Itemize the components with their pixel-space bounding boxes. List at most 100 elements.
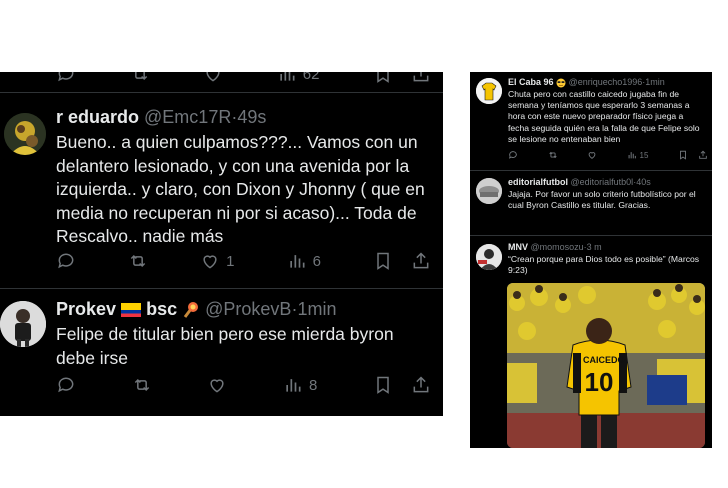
views-button[interactable]: 62: [277, 72, 320, 84]
display-name-suffix[interactable]: bsc: [146, 299, 177, 319]
reply-button[interactable]: [508, 150, 518, 160]
views-button[interactable]: 8: [283, 375, 317, 395]
heart-icon: [203, 255, 217, 269]
like-button[interactable]: [207, 375, 227, 395]
retweet-icon: [548, 151, 557, 159]
avatar-image: [4, 113, 46, 155]
bookmark-button[interactable]: [373, 72, 393, 84]
timestamp[interactable]: 3 m: [587, 242, 602, 252]
tweet-prokev[interactable]: Prokev bsc @ProkevB·1min Felipe de titul…: [0, 289, 443, 416]
bookmark-icon: [377, 376, 389, 394]
views-count: 62: [302, 72, 320, 83]
share-button[interactable]: [411, 375, 431, 395]
avatar[interactable]: [476, 78, 502, 104]
avatar[interactable]: [476, 244, 502, 270]
display-name[interactable]: MNV: [508, 242, 528, 252]
avatar[interactable]: [476, 178, 502, 204]
like-count: 1: [226, 252, 235, 270]
tweet-text: Felipe de titular bien pero ese mierda b…: [56, 324, 394, 368]
views-count: 6: [312, 252, 321, 270]
like-button[interactable]: 1: [200, 251, 235, 271]
retweet-icon: [134, 378, 149, 392]
display-name[interactable]: editorialfutbol: [508, 177, 568, 187]
avatar[interactable]: [4, 113, 46, 155]
timestamp[interactable]: 40s: [636, 177, 651, 187]
tweet-mnv[interactable]: MNV @momosozu·3 m “Crean porque para Dio…: [470, 236, 712, 448]
share-button[interactable]: [698, 150, 708, 160]
avatar[interactable]: [0, 301, 46, 347]
left-screenshot: 62 r eduardo @Emc17R·49s Bueno.. a quien…: [0, 72, 443, 416]
views-chart-icon: [286, 379, 301, 392]
previous-tweet-actions: 62: [56, 72, 431, 84]
share-button[interactable]: [411, 72, 431, 84]
reply-button[interactable]: [56, 251, 76, 271]
retweet-button[interactable]: [130, 72, 150, 84]
jersey-number: 10: [585, 367, 614, 397]
tweet-el-caba-96[interactable]: El Caba 96 @enriquecho1996·1min Chuta pe…: [470, 72, 712, 170]
heart-icon: [206, 72, 220, 82]
avatar-image: [0, 301, 46, 347]
timestamp[interactable]: 1min: [297, 299, 336, 319]
views-button[interactable]: 6: [287, 251, 321, 271]
torch-emoji-icon: [183, 302, 199, 319]
bookmark-button[interactable]: [678, 150, 688, 160]
share-icon: [413, 252, 429, 269]
tweet-text: Bueno.. a quien culpamos???... Vamos con…: [56, 132, 425, 246]
tweet-header: El Caba 96 @enriquecho1996·1min: [508, 77, 665, 88]
retweet-button[interactable]: [132, 375, 152, 395]
retweet-button[interactable]: [128, 251, 148, 271]
avatar-image: [476, 244, 502, 270]
share-button[interactable]: [411, 251, 431, 271]
reply-button[interactable]: [56, 375, 76, 395]
cool-face-emoji-icon: [556, 78, 566, 88]
handle[interactable]: @ProkevB: [205, 299, 291, 319]
views-chart-icon: [628, 152, 636, 159]
display-name[interactable]: El Caba 96: [508, 77, 554, 87]
heart-icon: [210, 379, 224, 393]
bookmark-icon: [377, 252, 389, 270]
reply-icon: [58, 253, 74, 269]
tweet-photo[interactable]: F. CAICEDO 10: [507, 283, 705, 448]
jersey-name: F. CAICEDO: [573, 355, 624, 365]
views-count: 8: [308, 376, 318, 394]
reply-icon: [58, 72, 74, 82]
retweet-icon: [130, 254, 146, 268]
bookmark-button[interactable]: [373, 251, 393, 271]
retweet-icon: [133, 72, 147, 81]
handle[interactable]: @editorialfutb0l: [571, 177, 634, 187]
bookmark-icon: [680, 150, 686, 160]
tweet-header: r eduardo @Emc17R·49s: [56, 107, 266, 128]
tweet-editorialfutbol[interactable]: editorialfutbol @editorialfutb0l·40s Jaj…: [470, 171, 712, 236]
timestamp[interactable]: 1min: [645, 77, 665, 87]
handle[interactable]: @enriquecho1996: [569, 77, 643, 87]
tweet-header: Prokev bsc @ProkevB·1min: [56, 299, 336, 320]
retweet-button[interactable]: [548, 150, 558, 160]
tweet-header: MNV @momosozu·3 m: [508, 242, 602, 252]
right-screenshot: El Caba 96 @enriquecho1996·1min Chuta pe…: [470, 72, 712, 448]
timestamp[interactable]: 49s: [237, 107, 266, 127]
like-button[interactable]: [587, 150, 597, 160]
tweet-r-eduardo[interactable]: r eduardo @Emc17R·49s Bueno.. a quien cu…: [0, 93, 443, 289]
share-icon: [413, 72, 429, 82]
views-button[interactable]: 15: [627, 150, 648, 160]
reply-icon: [58, 377, 74, 393]
reply-icon: [508, 151, 517, 159]
display-name[interactable]: r eduardo: [56, 107, 139, 127]
handle[interactable]: @Emc17R: [144, 107, 231, 127]
tweet-text: “Crean porque para Dios todo es posible”…: [508, 254, 700, 276]
tweet-actions: 1 6: [56, 251, 431, 271]
views-chart-icon: [289, 255, 305, 268]
display-name[interactable]: Prokev: [56, 299, 116, 319]
avatar-image: [476, 78, 502, 104]
tweet-header: editorialfutbol @editorialfutb0l·40s: [508, 177, 651, 187]
bookmark-icon: [377, 72, 389, 83]
views-chart-icon: [280, 72, 295, 81]
reply-button[interactable]: [56, 72, 76, 84]
share-icon: [699, 150, 707, 159]
share-icon: [413, 376, 429, 393]
handle[interactable]: @momosozu: [531, 242, 584, 252]
avatar-image: [476, 178, 502, 204]
tweet-text: Jajaja. Por favor un solo criterio futbo…: [508, 189, 696, 211]
like-button[interactable]: [203, 72, 223, 84]
bookmark-button[interactable]: [373, 375, 393, 395]
